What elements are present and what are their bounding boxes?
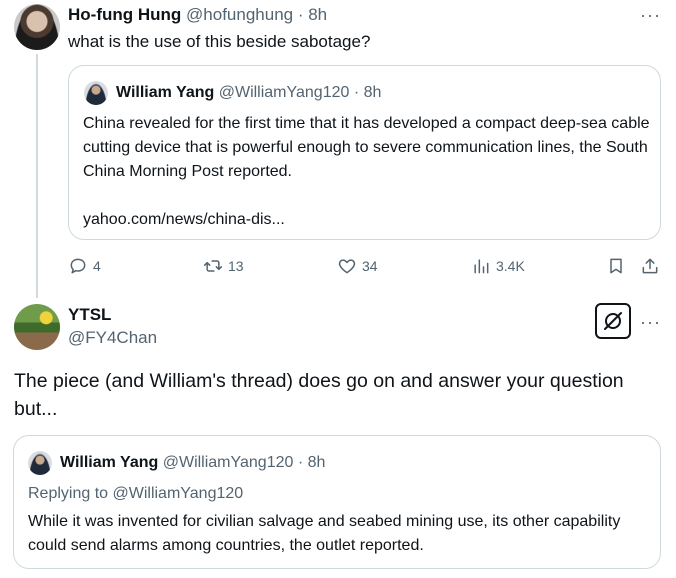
bookmark-icon	[610, 258, 622, 274]
quote-header: William Yang @WilliamYang120 · 8h	[60, 453, 325, 473]
quote-header: William Yang @WilliamYang120 · 8h	[116, 83, 381, 103]
more-options-button[interactable]: ···	[640, 313, 661, 331]
repost-button[interactable]: 13	[203, 256, 244, 276]
avatar[interactable]	[14, 304, 60, 350]
like-icon	[338, 259, 356, 274]
author-handle[interactable]: @hofunghung	[186, 5, 293, 24]
repost-count: 13	[228, 258, 244, 274]
tweet-text: The piece (and William's thread) does go…	[14, 370, 624, 420]
views-count: 3.4K	[496, 258, 525, 274]
quote-author-name: William Yang	[116, 84, 215, 101]
repost-icon	[203, 260, 223, 272]
author-name[interactable]: Ho-fung Hung	[68, 5, 181, 24]
reply-button[interactable]: 4	[68, 256, 101, 276]
quote-avatar	[84, 81, 108, 105]
tweet-text: what is the use of this beside sabotage?	[68, 32, 371, 51]
replying-to: Replying to @WilliamYang120	[28, 485, 244, 502]
quote-author-name: William Yang	[60, 454, 159, 471]
grok-icon	[604, 312, 622, 330]
views-button[interactable]: 3.4K	[471, 256, 525, 276]
avatar[interactable]	[14, 4, 60, 50]
quoted-tweet[interactable]: William Yang @WilliamYang120 · 8h China …	[68, 65, 661, 240]
reply-count: 4	[93, 258, 101, 274]
thread-connector-line	[36, 54, 38, 298]
views-icon	[474, 259, 489, 274]
share-button[interactable]	[640, 256, 660, 276]
more-options-button[interactable]: ···	[640, 6, 661, 24]
share-icon	[642, 258, 658, 274]
quoted-tweet[interactable]: William Yang @WilliamYang120 · 8h Replyi…	[13, 435, 661, 569]
quote-text: While it was invented for civilian salva…	[28, 513, 621, 554]
like-button[interactable]: 34	[337, 256, 378, 276]
grok-button[interactable]	[595, 303, 631, 339]
quote-link: yahoo.com/news/china-dis...	[83, 211, 285, 228]
quote-time: · 8h	[297, 454, 326, 471]
reply-icon	[70, 258, 86, 274]
quote-author-handle: @WilliamYang120	[162, 454, 294, 471]
bookmark-button[interactable]	[606, 256, 626, 276]
tweet-header: Ho-fung Hung @hofunghung · 8h	[68, 4, 327, 26]
tweet-time[interactable]: · 8h	[298, 5, 327, 24]
like-count: 34	[362, 258, 378, 274]
author-handle[interactable]: @FY4Chan	[68, 328, 157, 348]
quote-time: · 8h	[353, 84, 382, 101]
quote-author-handle: @WilliamYang120	[218, 84, 350, 101]
author-name[interactable]: YTSL	[68, 305, 111, 325]
quote-body: China revealed for the first time that i…	[83, 115, 650, 180]
quote-text: China revealed for the first time that i…	[83, 112, 651, 232]
quote-avatar	[28, 451, 52, 475]
